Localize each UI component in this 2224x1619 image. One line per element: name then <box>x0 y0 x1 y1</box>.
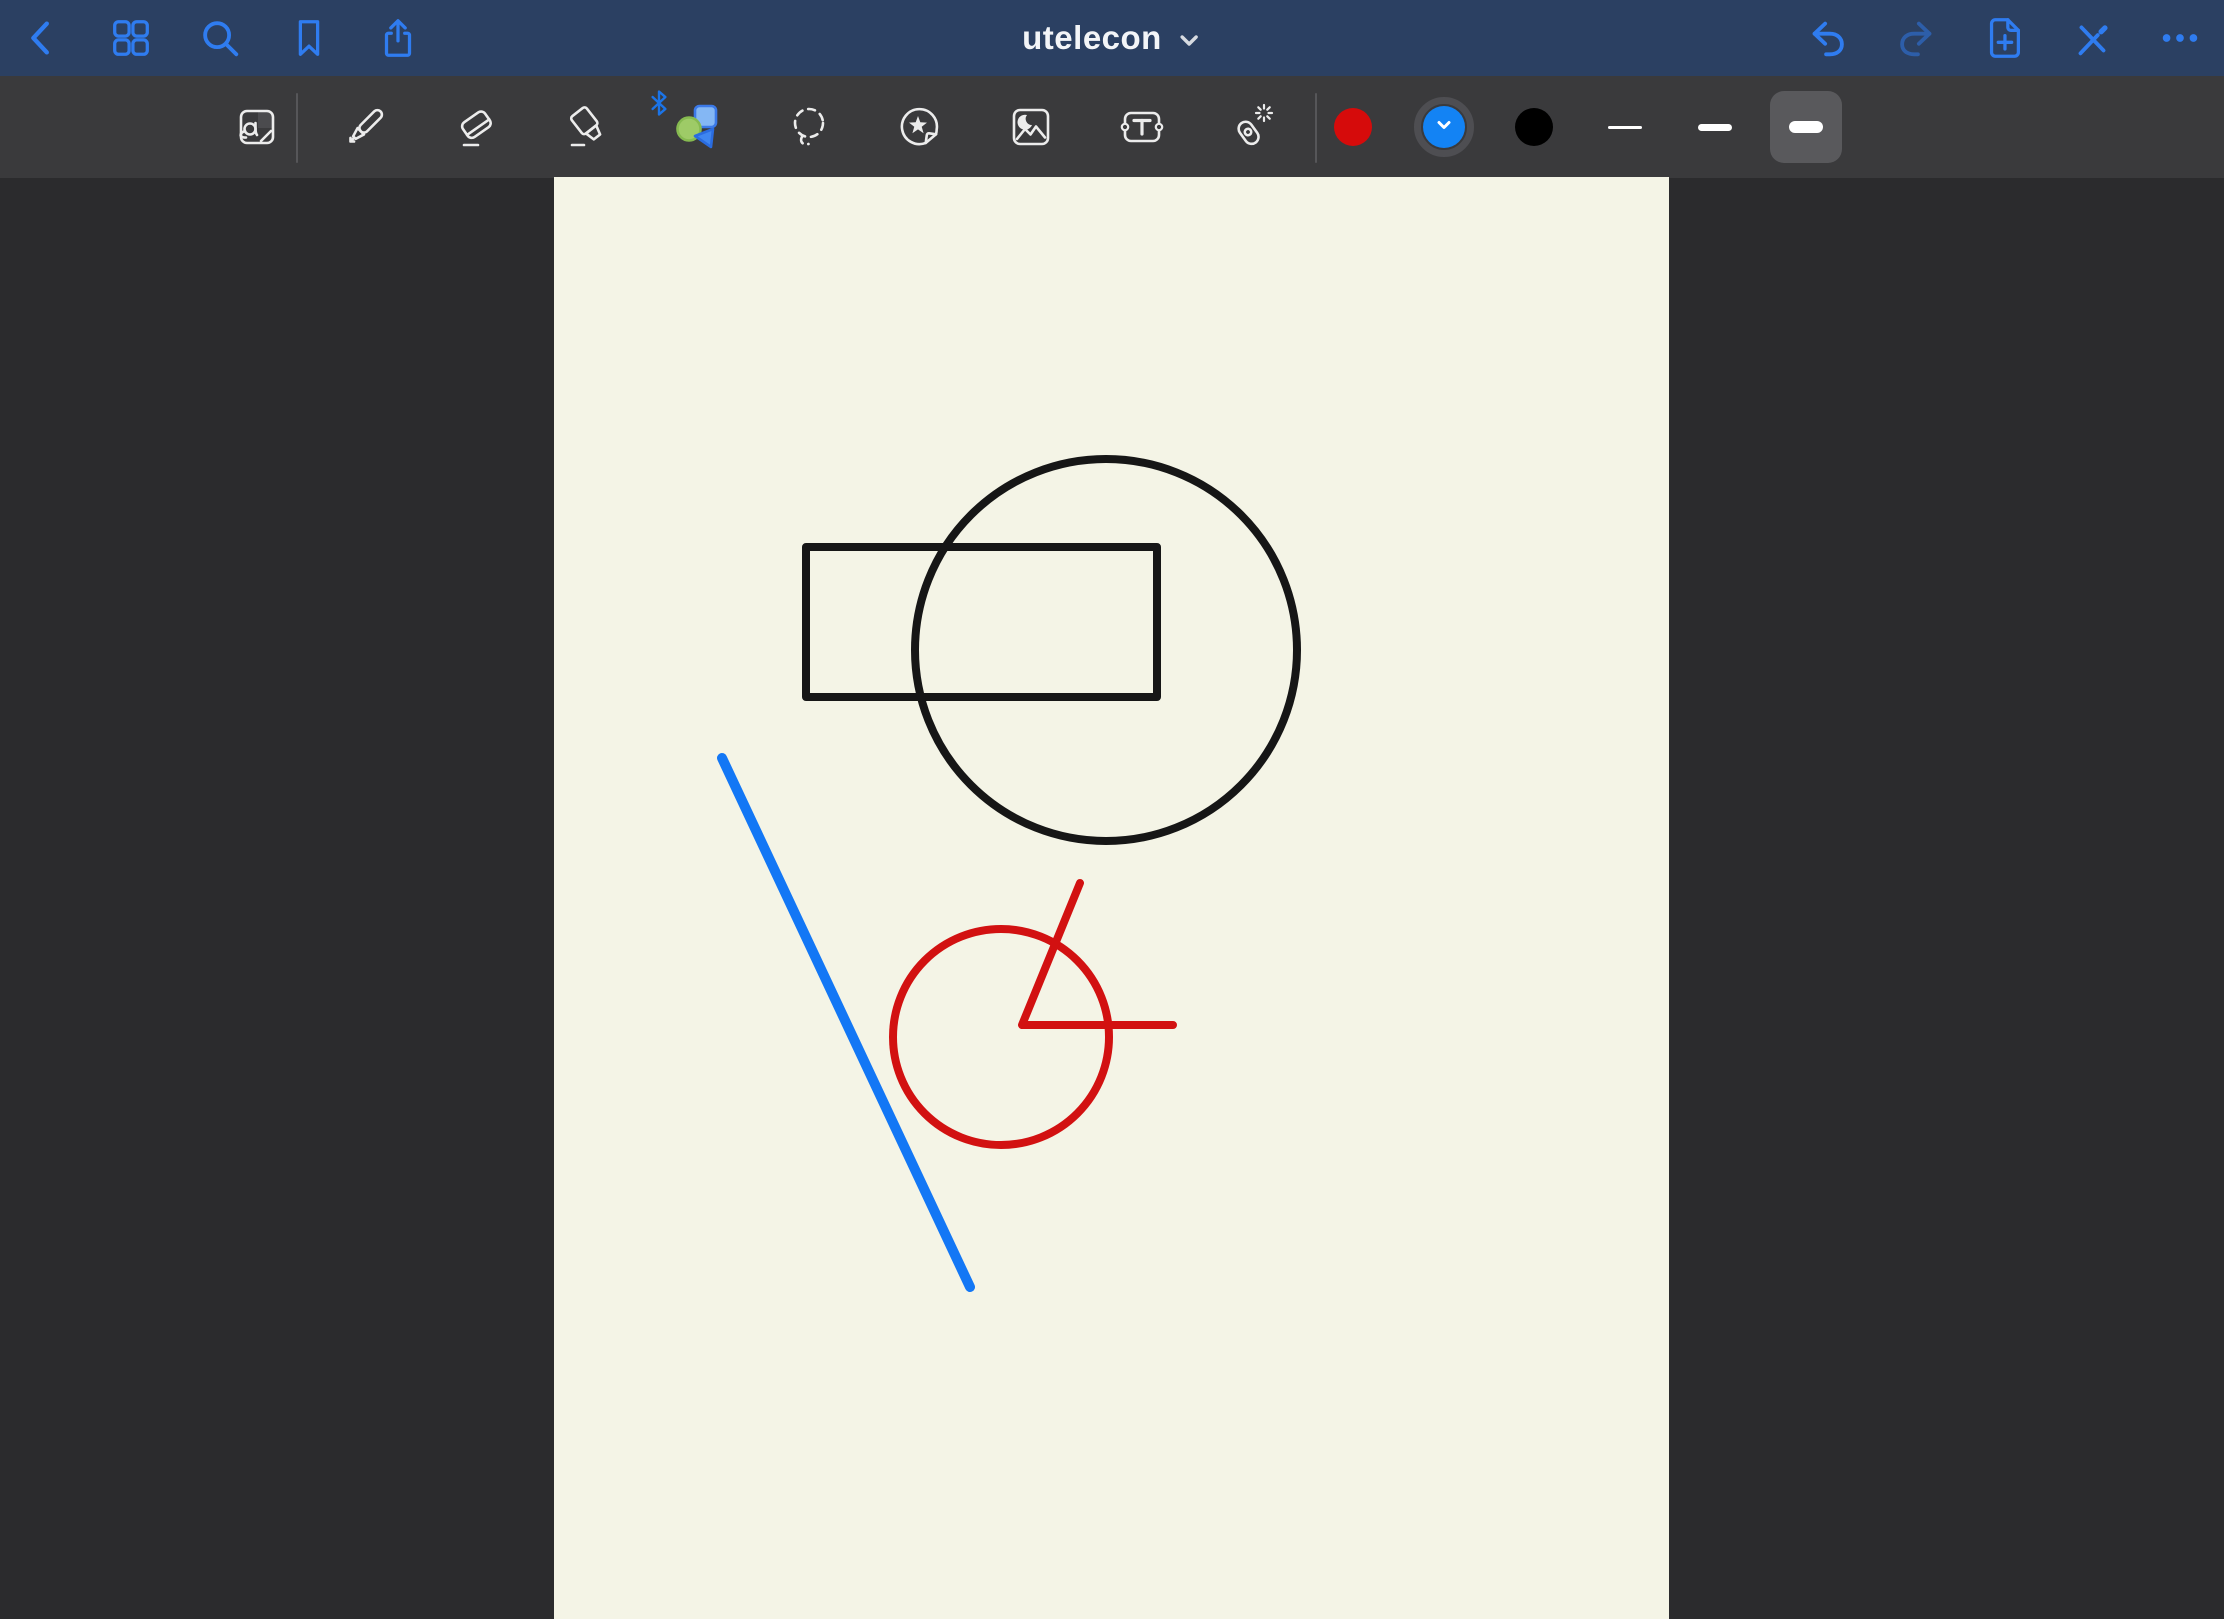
document-title: utelecon <box>1022 19 1162 57</box>
image-tool-button[interactable] <box>1005 101 1057 153</box>
toolbar <box>0 76 2224 178</box>
eraser-tool-button[interactable] <box>450 101 502 153</box>
pen-icon <box>339 101 391 153</box>
redo-button[interactable] <box>1893 15 1939 61</box>
add-page-button[interactable] <box>1981 15 2027 61</box>
search-button[interactable] <box>197 15 243 61</box>
more-button[interactable] <box>2157 15 2203 61</box>
color-swatch-black[interactable] <box>1515 108 1553 146</box>
bookmark-button[interactable] <box>286 15 332 61</box>
back-button[interactable] <box>19 15 65 61</box>
highlighter-tool-button[interactable] <box>561 101 613 153</box>
shapes-icon <box>672 101 724 153</box>
undo-icon <box>1805 15 1851 61</box>
text-icon <box>1116 101 1168 153</box>
image-icon <box>1005 101 1057 153</box>
drawn-red-angle <box>1022 883 1173 1025</box>
notebook-page[interactable] <box>554 177 1669 1619</box>
navbar-right-group <box>1805 0 2203 76</box>
text-tool-button[interactable] <box>1116 101 1168 153</box>
laser-pointer-tool-button[interactable] <box>1227 101 1279 153</box>
stop-editing-button[interactable] <box>2069 15 2115 61</box>
bluetooth-icon <box>648 88 670 118</box>
scroll-mode-button[interactable] <box>231 101 283 153</box>
share-button[interactable] <box>375 15 421 61</box>
color-swatch-red[interactable] <box>1334 108 1372 146</box>
elements-tool-button[interactable] <box>894 101 946 153</box>
redo-icon <box>1893 15 1939 61</box>
eraser-icon <box>450 101 502 153</box>
lasso-tool-button[interactable] <box>783 101 835 153</box>
chevron-down-icon <box>1176 22 1202 54</box>
pages-grid-icon <box>108 15 154 61</box>
shapes-tool-button[interactable] <box>672 101 724 153</box>
undo-button[interactable] <box>1805 15 1851 61</box>
search-icon <box>197 15 243 61</box>
thickness-thick-button[interactable] <box>1770 91 1842 163</box>
navbar-left-group <box>19 0 421 76</box>
app-window: utelecon <box>0 0 2224 1619</box>
color-swatch-blue-selected-ring[interactable] <box>1414 97 1474 157</box>
chevron-down-icon <box>1433 114 1455 141</box>
document-title-dropdown[interactable]: utelecon <box>1022 0 1202 76</box>
share-icon <box>375 15 421 61</box>
thickness-medium-button[interactable] <box>1679 91 1751 163</box>
elements-icon <box>894 101 946 153</box>
lasso-icon <box>783 101 835 153</box>
laser-pointer-icon <box>1227 101 1279 153</box>
add-page-icon <box>1981 15 2027 61</box>
more-icon <box>2157 15 2203 61</box>
drawn-black-circle <box>915 459 1297 841</box>
tools-row <box>339 101 1279 153</box>
back-icon <box>19 15 65 61</box>
page-drawings <box>554 177 1669 1619</box>
thin-stroke-sample <box>1608 126 1642 129</box>
pages-grid-button[interactable] <box>108 15 154 61</box>
drawn-red-circle <box>893 929 1109 1145</box>
pen-tool-button[interactable] <box>339 101 391 153</box>
scroll-mode-icon <box>231 101 283 153</box>
drawn-blue-line <box>722 758 970 1287</box>
bookmark-icon <box>286 15 332 61</box>
toolbar-divider-right <box>1315 93 1317 163</box>
drawn-black-rectangle <box>806 547 1157 697</box>
stop-editing-icon <box>2069 15 2115 61</box>
color-swatch-blue[interactable] <box>1423 106 1465 148</box>
medium-stroke-sample <box>1698 124 1732 131</box>
toolbar-divider-left <box>296 93 298 163</box>
thick-stroke-sample <box>1789 121 1823 133</box>
navbar: utelecon <box>0 0 2224 76</box>
thickness-thin-button[interactable] <box>1589 91 1661 163</box>
highlighter-icon <box>561 101 613 153</box>
